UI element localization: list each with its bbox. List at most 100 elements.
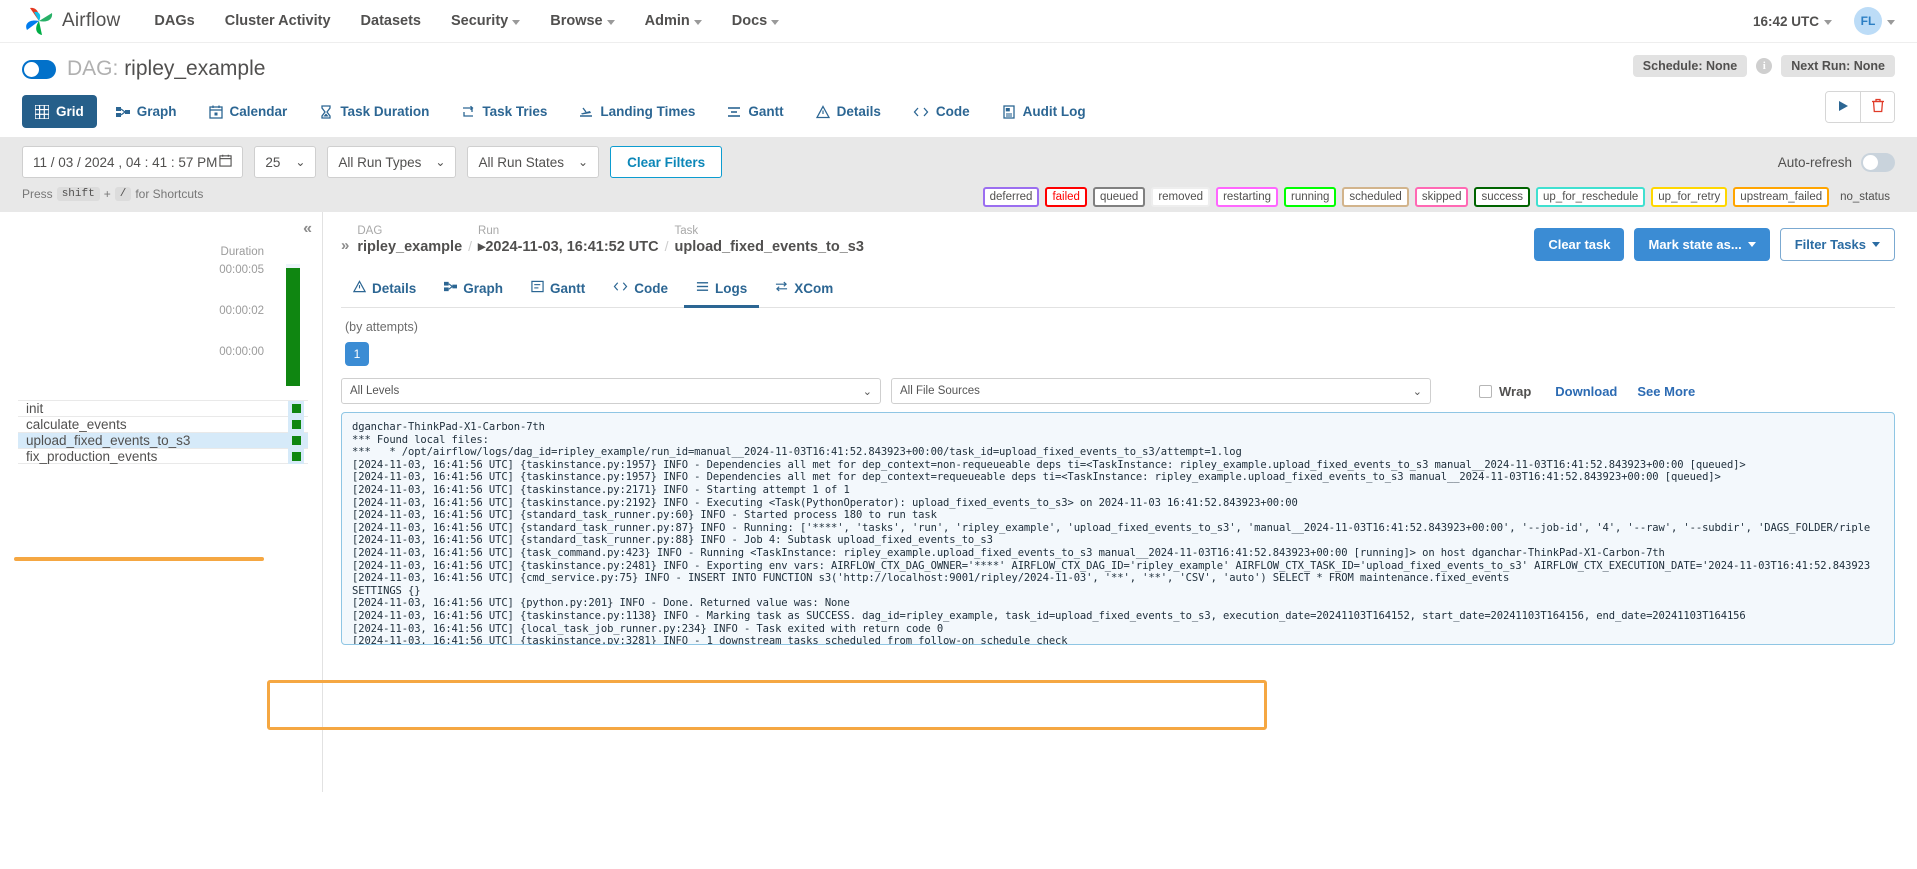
- tab-task-tries[interactable]: Task Tries: [448, 95, 560, 128]
- log-line: [2024-11-03, 16:41:56 UTC] {standard_tas…: [352, 521, 1871, 534]
- legend-skipped[interactable]: skipped: [1414, 187, 1469, 207]
- legend-running[interactable]: running: [1284, 187, 1337, 207]
- tab-details[interactable]: Details: [803, 95, 894, 128]
- nav-link-admin[interactable]: Admin: [645, 13, 702, 29]
- tab-label: Landing Times: [600, 104, 696, 119]
- task-name: init: [26, 401, 44, 416]
- attempt-tab-1[interactable]: 1: [345, 342, 369, 366]
- log-line: [2024-11-03, 16:41:56 UTC] {standard_tas…: [352, 509, 937, 522]
- run-date-input[interactable]: 11 / 03 / 2024 , 04 : 41 : 57 PM: [22, 146, 244, 178]
- utc-clock[interactable]: 16:42 UTC: [1753, 14, 1832, 29]
- legend-restarting[interactable]: restarting: [1216, 187, 1279, 207]
- breadcrumb-task[interactable]: Task upload_fixed_events_to_s3: [675, 224, 864, 256]
- legend-upstream-failed[interactable]: upstream_failed: [1733, 187, 1830, 207]
- task-row-calculate-events[interactable]: calculate_events: [18, 416, 308, 433]
- brand-label: Airflow: [62, 10, 121, 31]
- mark-state-button[interactable]: Mark state as...: [1634, 228, 1770, 261]
- legend-removed[interactable]: removed: [1151, 187, 1211, 207]
- legend-deferred[interactable]: deferred: [982, 187, 1040, 207]
- legend-up-for-reschedule[interactable]: up_for_reschedule: [1536, 187, 1646, 207]
- tab-audit-log[interactable]: Audit Log: [989, 95, 1099, 128]
- expand-breadcrumb-icon[interactable]: »: [341, 237, 349, 254]
- delete-dag-button[interactable]: [1860, 92, 1894, 122]
- auto-refresh-toggle[interactable]: [1861, 152, 1895, 172]
- info-icon[interactable]: i: [1756, 58, 1773, 74]
- status-square-success: [291, 404, 301, 413]
- wrap-checkbox[interactable]: [1479, 384, 1492, 398]
- tab-grid[interactable]: Grid: [22, 95, 97, 128]
- detail-tab-graph[interactable]: Graph: [432, 272, 515, 308]
- trigger-dag-button[interactable]: [1826, 92, 1860, 122]
- detail-tab-code[interactable]: Code: [601, 272, 680, 308]
- brand[interactable]: Airflow: [22, 4, 120, 38]
- tab-calendar[interactable]: Calendar: [196, 95, 301, 128]
- shortcut-key-shift: shift: [56, 187, 100, 201]
- collapse-grid-icon[interactable]: «: [303, 220, 312, 238]
- tab-label: Gantt: [748, 104, 784, 119]
- tab-task-duration[interactable]: Task Duration: [306, 95, 442, 128]
- task-state-cell[interactable]: [288, 400, 304, 417]
- clear-task-button[interactable]: Clear task: [1534, 228, 1625, 261]
- duration-bar-column[interactable]: [286, 264, 300, 386]
- run-state-select[interactable]: All Run States ⌄: [467, 146, 600, 178]
- legend-failed[interactable]: failed: [1045, 187, 1087, 207]
- tab-code[interactable]: Code: [900, 95, 983, 128]
- filter-tasks-button[interactable]: Filter Tasks: [1779, 228, 1895, 261]
- detail-tab-gantt[interactable]: Gantt: [519, 272, 597, 308]
- breadcrumb-dag[interactable]: DAG ripley_example: [357, 224, 462, 256]
- task-state-cell[interactable]: [288, 432, 304, 449]
- gantt-icon: [531, 280, 544, 296]
- tab-landing-times[interactable]: Landing Times: [566, 95, 708, 128]
- auto-refresh-label: Auto-refresh: [1777, 154, 1852, 170]
- page-title: DAG: ripley_example: [67, 57, 265, 81]
- log-source-select[interactable]: All File Sources ⌄: [891, 378, 1431, 404]
- dag-pause-toggle[interactable]: [22, 59, 56, 79]
- clear-filters-button[interactable]: Clear Filters: [610, 146, 723, 178]
- task-state-cell[interactable]: [288, 416, 304, 433]
- nav-label: Docs: [731, 13, 768, 29]
- breadcrumb-run-value: ▸2024-11-03, 16:41:52 UTC: [478, 238, 659, 256]
- detail-tab-label: Graph: [463, 280, 504, 296]
- nav-link-docs[interactable]: Docs: [731, 13, 780, 29]
- nav-link-security[interactable]: Security: [451, 13, 521, 29]
- task-row-init[interactable]: init: [18, 400, 308, 417]
- task-row-upload-fixed-events-to-s3[interactable]: upload_fixed_events_to_s3: [18, 432, 308, 449]
- legend-up-for-retry[interactable]: up_for_retry: [1651, 187, 1728, 207]
- user-menu[interactable]: FL: [1854, 7, 1895, 35]
- legend-scheduled[interactable]: scheduled: [1342, 187, 1409, 207]
- calendar-icon[interactable]: [219, 154, 233, 170]
- chevron-down-icon: [1872, 242, 1880, 247]
- run-type-select[interactable]: All Run Types ⌄: [327, 146, 457, 178]
- tab-gantt[interactable]: Gantt: [714, 95, 796, 128]
- legend-success[interactable]: success: [1474, 187, 1531, 207]
- log-output[interactable]: dganchar-ThinkPad-X1-Carbon-7th *** Foun…: [341, 412, 1895, 645]
- breadcrumb-run[interactable]: Run ▸2024-11-03, 16:41:52 UTC: [478, 224, 659, 256]
- view-tabs: Grid Graph Calendar Task Duration Task T…: [0, 81, 1917, 128]
- task-state-cell[interactable]: [288, 448, 304, 464]
- legend-no-status[interactable]: no_status: [1835, 189, 1895, 205]
- detail-tab-xcom[interactable]: XCom: [763, 272, 845, 308]
- chevron-down-icon: [1887, 19, 1895, 25]
- log-level-select[interactable]: All Levels ⌄: [341, 378, 881, 404]
- chevron-down-icon: [693, 19, 702, 25]
- see-more-link[interactable]: See More: [1637, 384, 1695, 399]
- page-size-select[interactable]: 25 ⌄: [254, 146, 317, 178]
- nav-link-cluster-activity[interactable]: Cluster Activity: [225, 13, 331, 29]
- tab-graph[interactable]: Graph: [103, 95, 190, 128]
- duration-ticks: 00:00:05 00:00:02 00:00:00: [194, 264, 264, 387]
- wrap-label: Wrap: [1499, 383, 1532, 399]
- main-content: « Duration 00:00:05 00:00:02 00:00:00 in…: [0, 212, 1917, 792]
- log-line: [2024-11-03, 16:41:56 UTC] {local_task_j…: [352, 622, 944, 635]
- duration-tick: 00:00:00: [219, 346, 264, 358]
- detail-tab-details[interactable]: Details: [341, 272, 428, 308]
- nav-link-dags[interactable]: DAGs: [154, 13, 194, 29]
- code-icon: [613, 280, 628, 296]
- nav-link-datasets[interactable]: Datasets: [361, 13, 421, 29]
- download-link[interactable]: Download: [1555, 384, 1617, 399]
- nav-link-browse[interactable]: Browse: [550, 13, 615, 29]
- detail-tab-label: XCom: [794, 280, 834, 296]
- legend-queued[interactable]: queued: [1092, 187, 1146, 207]
- nav-label: Security: [451, 13, 509, 29]
- detail-tab-logs[interactable]: Logs: [684, 272, 760, 308]
- task-row-fix-production-events[interactable]: fix_production_events: [18, 448, 308, 464]
